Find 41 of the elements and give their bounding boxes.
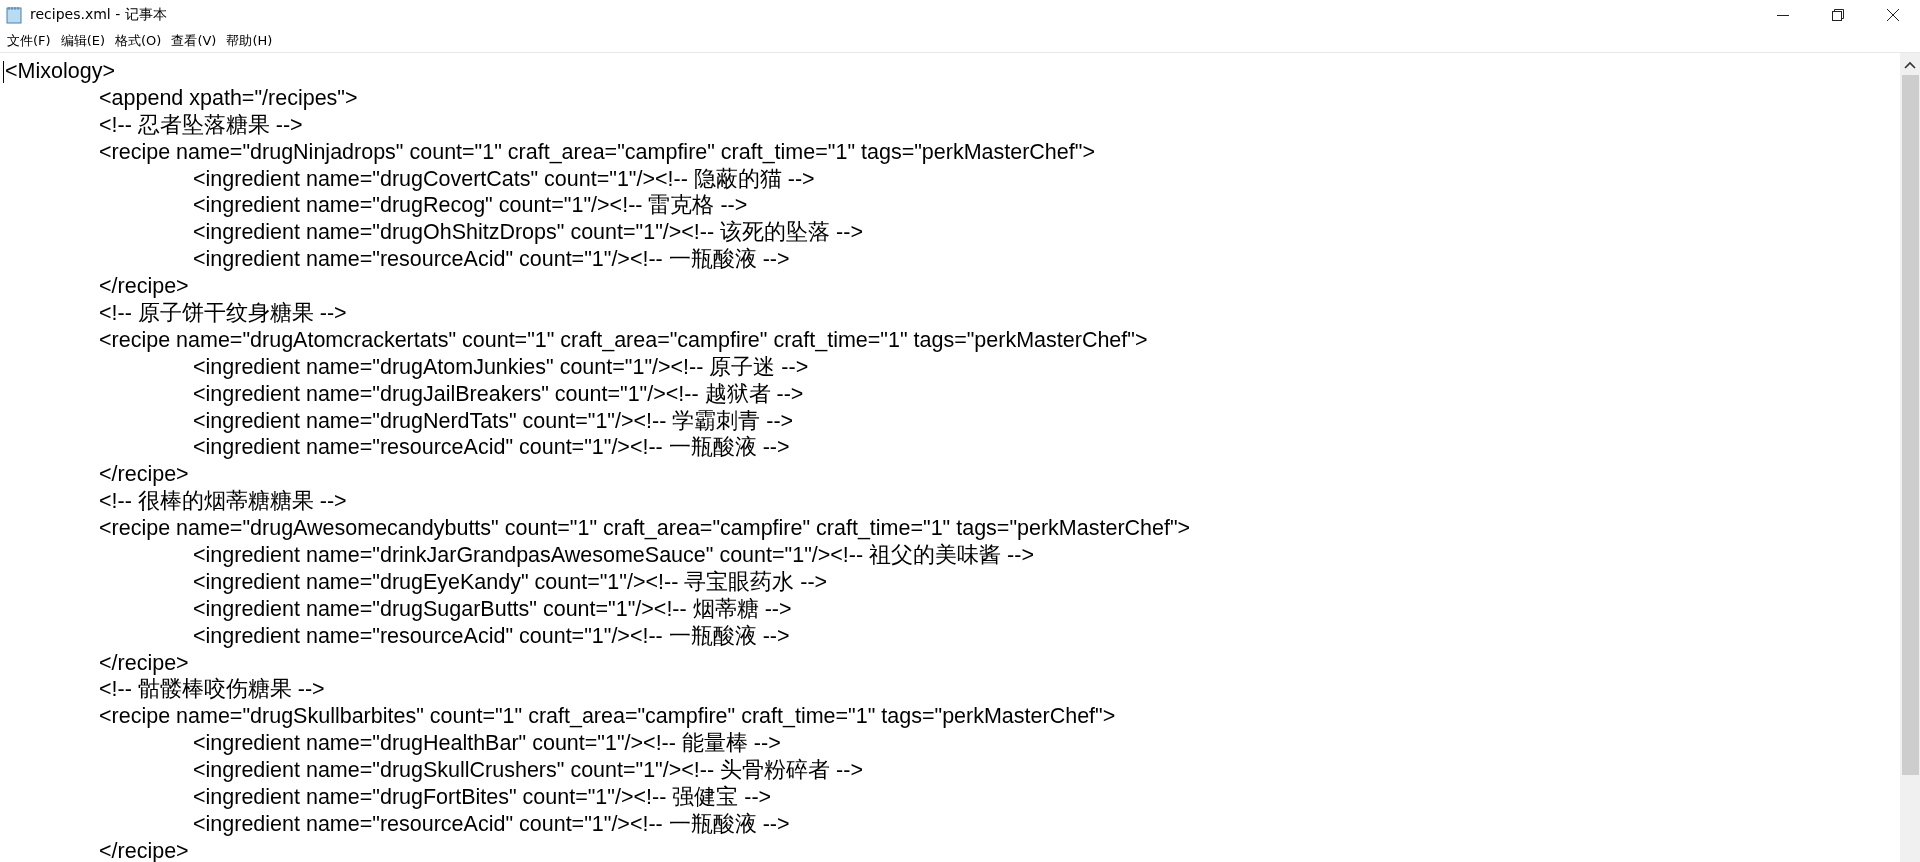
code-line: <ingredient name="drugOhShitzDrops" count="1"/><!-- 该死的坠落 -->: [193, 220, 863, 245]
code-line: <ingredient name="drinkJarGrandpasAwesomeSauce" count="1"/><!-- 祖父的美味酱 -->: [193, 543, 1034, 568]
code-line: <ingredient name="drugJailBreakers" count="1"/><!-- 越狱者 -->: [193, 381, 804, 406]
code-line: <ingredient name="drugRecog" count="1"/><!-- 雷克格 -->: [193, 193, 748, 218]
code-line: <recipe name="drugNinjadrops" count="1" craft_area="campfire" craft_time="1" tags="perkMasterChef">: [99, 139, 1095, 164]
scroll-up-icon[interactable]: [1904, 61, 1916, 69]
code-line: <ingredient name="resourceAcid" count="1"/><!-- 一瓶酸液 -->: [193, 435, 790, 460]
code-line: <ingredient name="drugCovertCats" count="1"/><!-- 隐蔽的猫 -->: [193, 166, 815, 191]
code-line: </recipe>: [99, 462, 189, 487]
code-line: <ingredient name="resourceAcid" count="1"/><!-- 一瓶酸液 -->: [193, 623, 790, 648]
code-line: <ingredient name="drugFortBites" count="1"/><!-- 强健宝 -->: [193, 785, 772, 810]
code-line: <recipe name="drugSkullbarbites" count="1" craft_area="campfire" craft_time="1" tags="perkMasterChef">: [99, 704, 1116, 729]
close-icon: [1886, 9, 1899, 21]
code-line: </recipe>: [99, 274, 189, 299]
code-line: <recipe name="drugAtomcrackertats" count="1" craft_area="campfire" craft_time="1" tags="perkMasterChef">: [99, 327, 1148, 352]
code-line: <ingredient name="drugAtomJunkies" count="1"/><!-- 原子迷 -->: [193, 354, 809, 379]
code-line: <ingredient name="drugNerdTats" count="1"/><!-- 学霸刺青 -->: [193, 408, 794, 433]
menu-item[interactable]: 帮助(H): [221, 32, 278, 50]
code-line: <ingredient name="drugSkullCrushers" count="1"/><!-- 头骨粉碎者 -->: [193, 758, 863, 783]
code-line: <ingredient name="resourceAcid" count="1"/><!-- 一瓶酸液 -->: [193, 811, 790, 836]
code-line: <!-- 很棒的烟蒂糖糖果 -->: [99, 489, 347, 514]
code-line: <!-- 原子饼干纹身糖果 -->: [99, 301, 347, 325]
code-line: <!-- 骷髅棒咬伤糖果 -->: [99, 677, 325, 702]
code-line: </recipe>: [99, 650, 189, 675]
menu-item[interactable]: 编辑(E): [55, 32, 110, 50]
window-title: recipes.xml - 记事本: [30, 6, 167, 24]
scrollbar[interactable]: [1900, 53, 1920, 862]
code-line: <!-- 忍者坠落糖果 -->: [99, 112, 303, 137]
code-line: <ingredient name="drugHealthBar" count="1"/><!-- 能量棒 -->: [193, 731, 781, 756]
maximize-icon: [1831, 9, 1844, 21]
notepad-icon: [6, 6, 22, 24]
code-line: <append xpath="/recipes">: [99, 85, 358, 110]
code-line: <ingredient name="resourceAcid" count="1"/><!-- 一瓶酸液 -->: [193, 247, 790, 272]
menu-item[interactable]: 格式(O): [110, 32, 167, 50]
code-line: <ingredient name="drugEyeKandy" count="1"/><!-- 寻宝眼药水 -->: [193, 569, 828, 594]
menu-item[interactable]: 查看(V): [166, 32, 222, 50]
code-line: <Mixology>: [5, 59, 115, 83]
code-line: </recipe>: [99, 838, 189, 862]
code-line: <recipe name="drugAwesomecandybutts" count="1" craft_area="campfire" craft_time="1" tags="perkMasterChef">: [99, 516, 1191, 541]
code-line: <ingredient name="drugSugarButts" count="1"/><!-- 烟蒂糖 -->: [193, 596, 792, 621]
menu-item[interactable]: 文件(F): [2, 32, 56, 50]
